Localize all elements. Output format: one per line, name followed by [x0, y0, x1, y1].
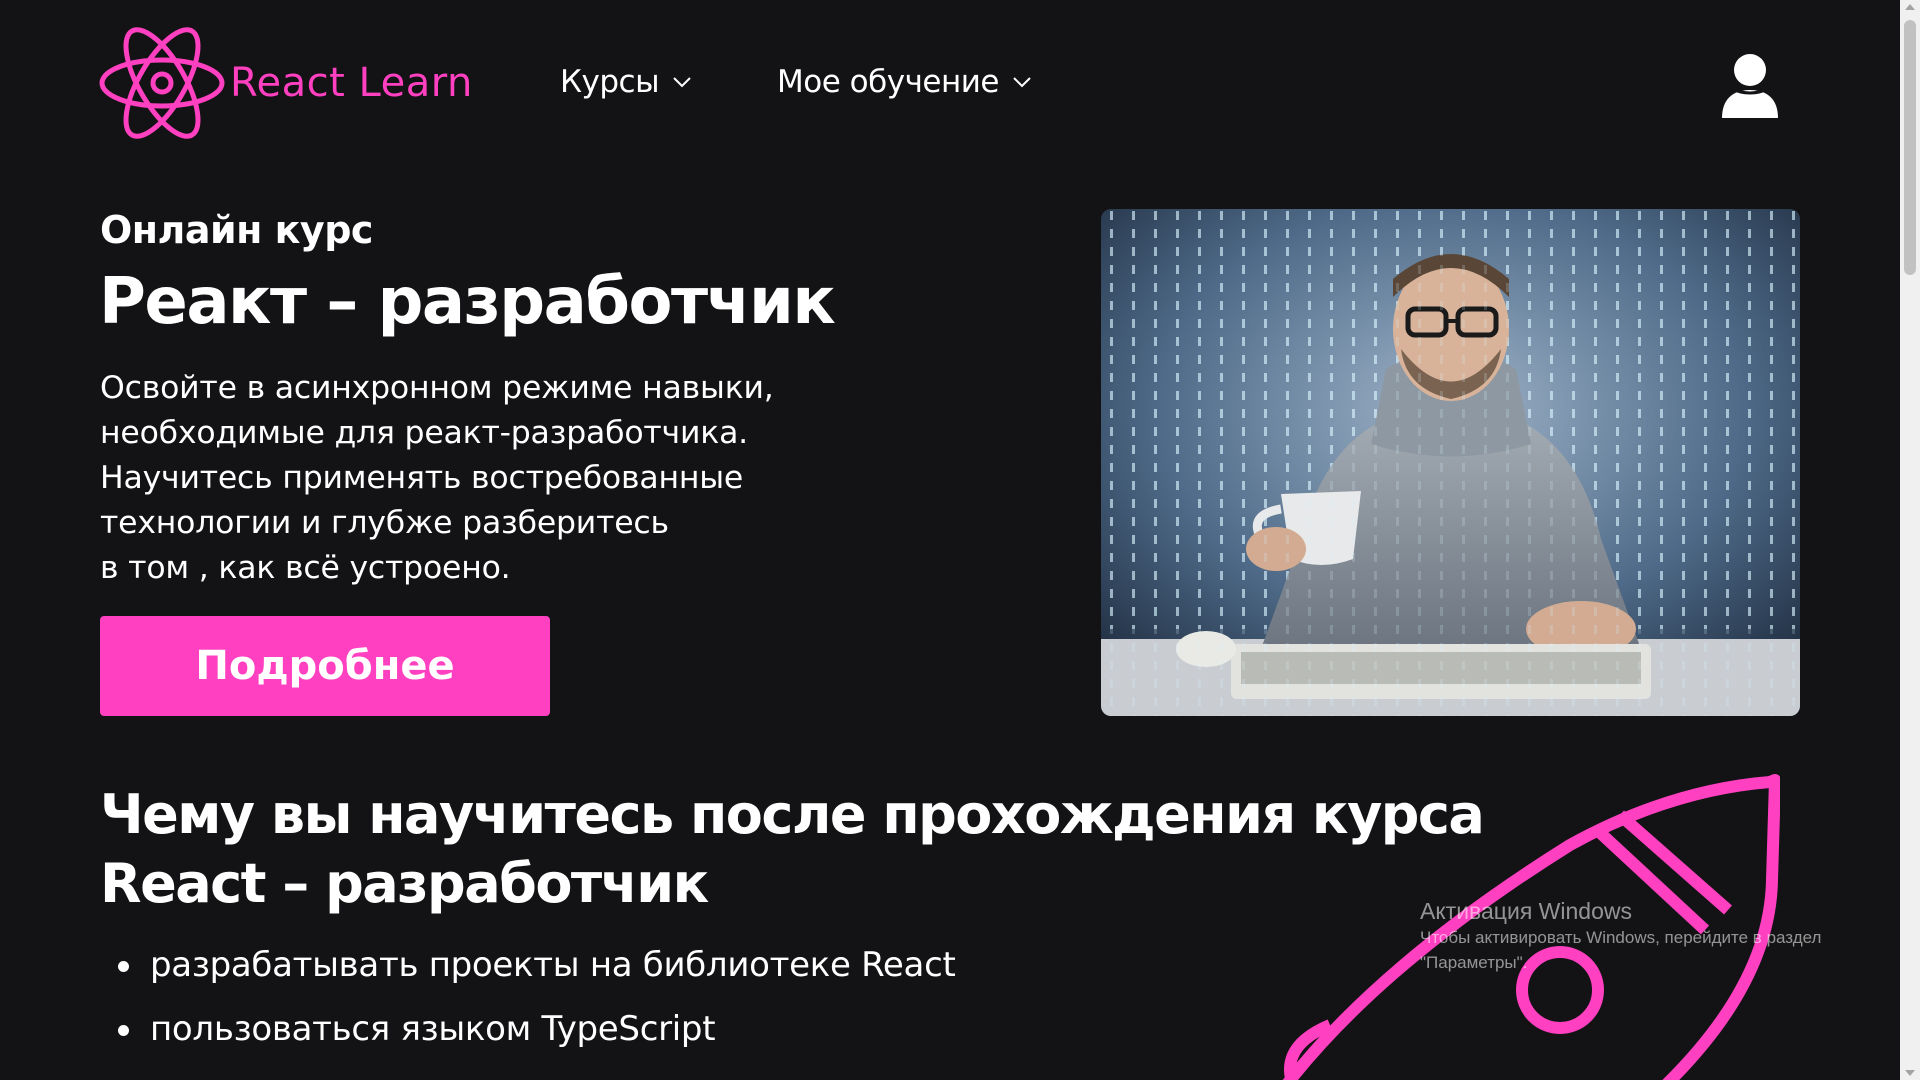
description-line: Научитесь применять востребованные [100, 460, 744, 496]
developer-with-coffee-photo [1101, 209, 1800, 716]
nav-item-my-learning[interactable]: Мое обучение [777, 64, 1031, 100]
scroll-down-arrow-icon[interactable] [1905, 1070, 1915, 1076]
scroll-up-arrow-icon[interactable] [1905, 4, 1915, 10]
atom-icon [99, 27, 225, 139]
scrollbar-thumb[interactable] [1904, 20, 1916, 275]
logo-text: React Learn [230, 60, 473, 106]
description-line: в том , как всё устроено. [100, 550, 511, 586]
watermark-title: Активация Windows [1420, 898, 1632, 924]
course-description: Освойте в асинхронном режиме навыки, нео… [100, 366, 920, 591]
course-title: Реакт – разработчик [99, 265, 836, 339]
nav-label: Мое обучение [777, 64, 999, 100]
description-line: Освойте в асинхронном режиме навыки, [100, 370, 774, 406]
course-subtitle: Онлайн курс [100, 208, 373, 252]
description-line: необходимые для реакт-разработчика. [100, 415, 748, 451]
watermark-line: Чтобы активировать Windows, перейдите в … [1420, 928, 1822, 947]
list-item: пользоваться языком TypeScript [112, 1004, 956, 1068]
logo-link[interactable]: React Learn [98, 12, 473, 154]
windows-activation-watermark: Активация Windows Чтобы активировать Win… [1420, 898, 1821, 975]
more-details-button[interactable]: Подробнее [100, 616, 550, 716]
chevron-down-icon [673, 77, 691, 88]
vertical-scrollbar[interactable] [1900, 0, 1920, 1080]
nav-item-courses[interactable]: Курсы [560, 64, 691, 100]
learn-list: разрабатывать проекты на библиотеке Reac… [112, 940, 956, 1068]
user-icon[interactable] [1720, 52, 1780, 120]
watermark-line: "Параметры". [1420, 953, 1528, 972]
nav-label: Курсы [560, 64, 660, 100]
description-line: технологии и глубже разберитесь [100, 505, 669, 541]
chevron-down-icon [1013, 77, 1031, 88]
list-item: разрабатывать проекты на библиотеке Reac… [112, 940, 956, 1004]
